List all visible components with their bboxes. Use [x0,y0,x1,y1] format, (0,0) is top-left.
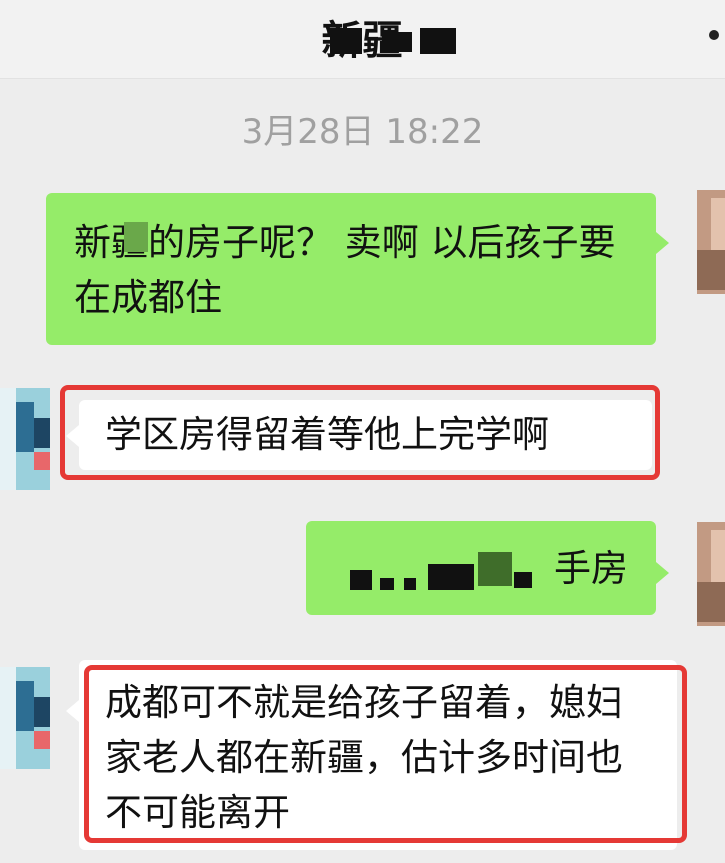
my-avatar[interactable] [697,190,725,294]
message-text: 学区房得留着等他上完学啊 [105,413,549,456]
chat-title: 新疆 [321,18,404,64]
message-text: 成都可不就是给孩子留着，媳妇家老人都在新疆，估计多时间也不可能离开 [105,681,623,834]
contact-avatar[interactable] [0,667,50,769]
text-redaction [478,552,512,586]
message-timestamp: 3月28日 18:22 [241,112,484,152]
message-bubble-received[interactable]: 成都可不就是给孩子留着，媳妇家老人都在新疆，估计多时间也不可能离开 [79,660,677,850]
message-text: 手房 [554,547,628,590]
more-options-icon[interactable] [709,30,719,40]
contact-avatar[interactable] [0,388,50,490]
message-bubble-received[interactable]: 学区房得留着等他上完学啊 [79,400,652,470]
text-redaction [380,578,394,590]
message-text: 新疆的房子呢？ 卖啊 以后孩子要在成都住 [74,221,616,319]
text-redaction [428,564,474,590]
my-avatar[interactable] [697,522,725,626]
message-bubble-sent[interactable]: 新疆的房子呢？ 卖啊 以后孩子要在成都住 [46,193,656,345]
bubble-tail [656,562,669,584]
bubble-tail [656,232,669,254]
bubble-tail [66,425,79,447]
bubble-tail [66,700,79,722]
chat-header: 新疆 [0,0,725,79]
text-redaction [350,570,372,590]
text-redaction [404,578,416,590]
title-redaction [330,28,362,54]
title-redaction [420,28,456,54]
text-redaction [514,572,532,588]
text-redaction [124,222,148,252]
title-redaction [382,32,412,52]
